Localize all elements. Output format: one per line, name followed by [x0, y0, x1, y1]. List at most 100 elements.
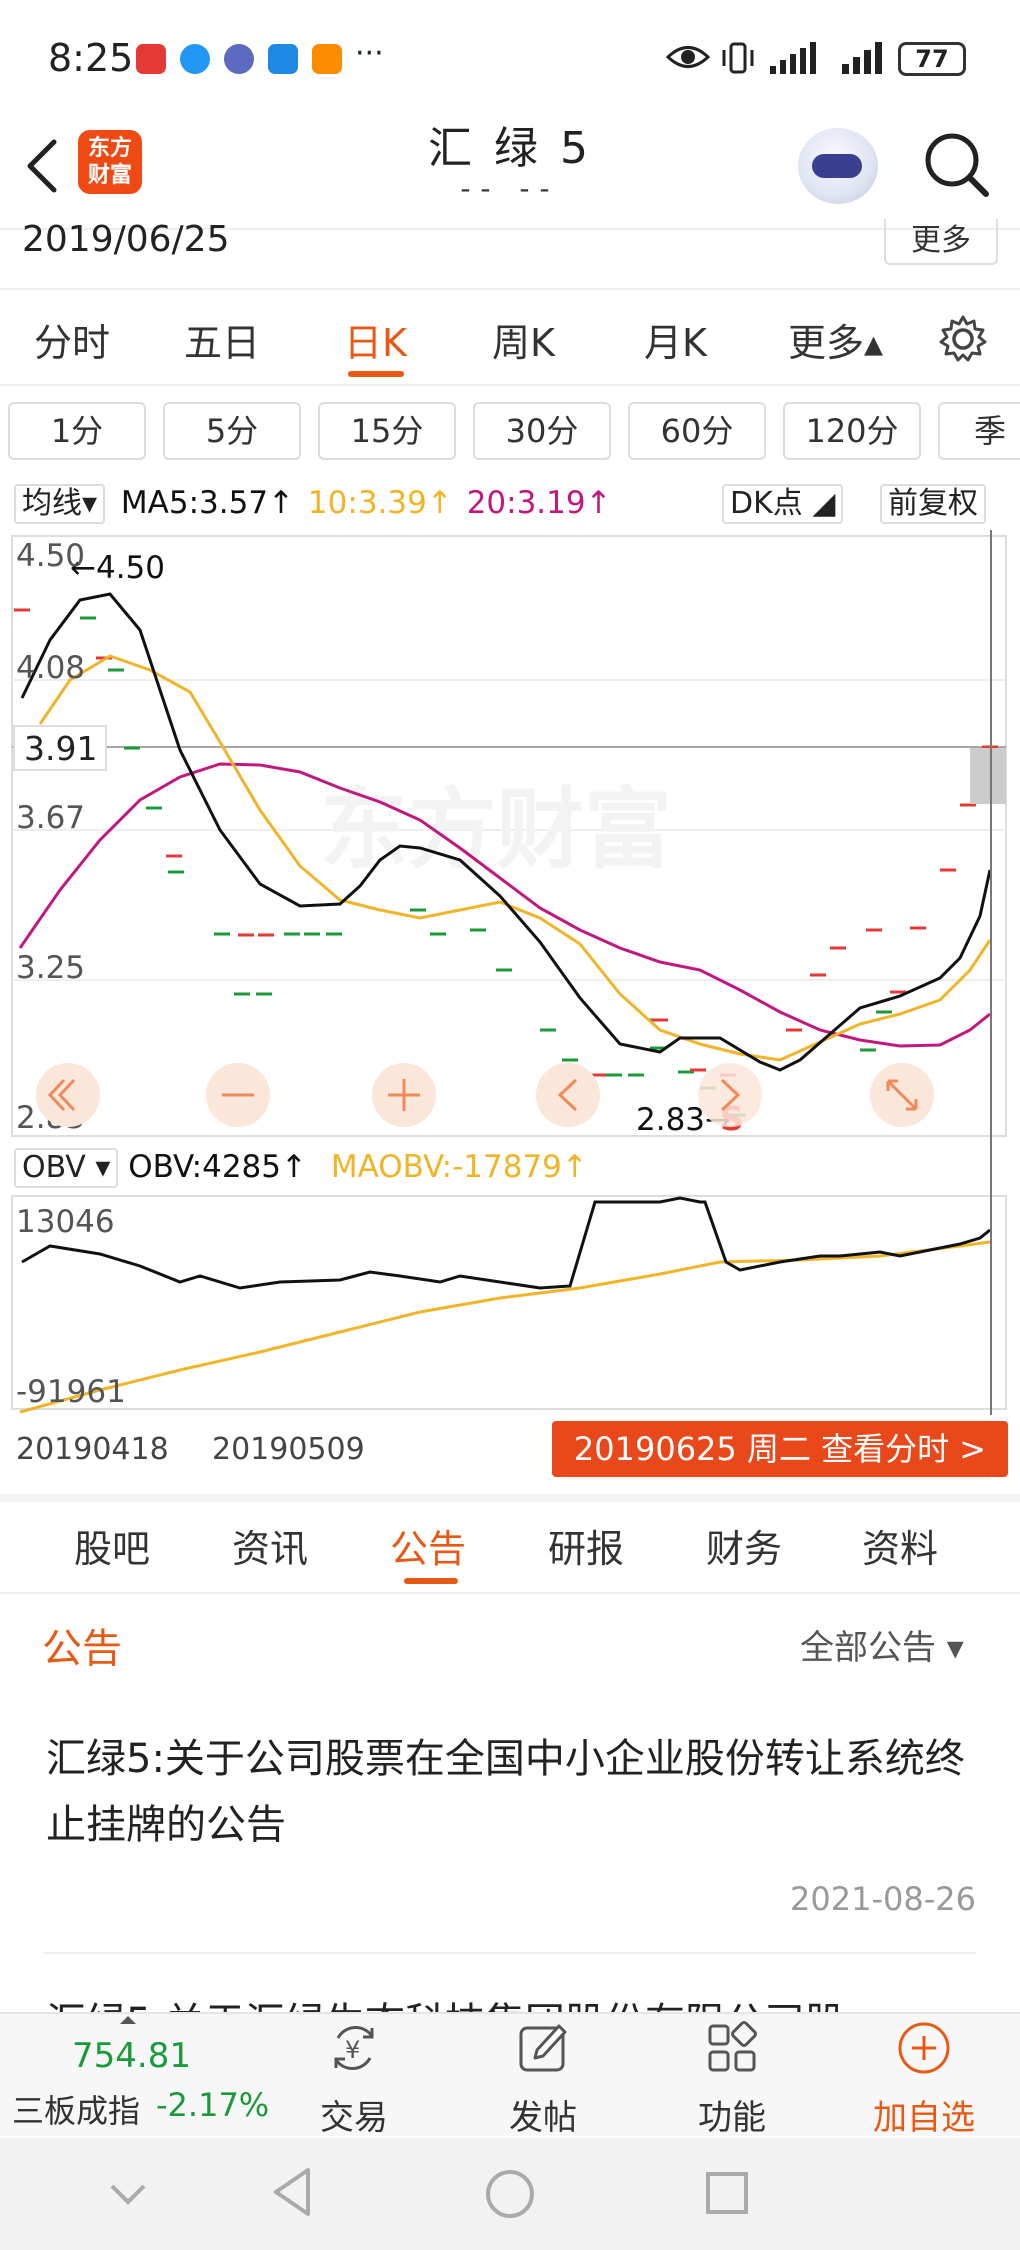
tab-finance[interactable]: 财务	[706, 1518, 782, 1573]
y-tick-4.50: 4.50	[16, 538, 85, 574]
y-tick-3.67: 3.67	[16, 800, 85, 836]
assistant-robot-icon[interactable]	[798, 128, 878, 204]
add-watchlist-label: 加自选	[873, 2098, 975, 2138]
plus-circle-icon	[898, 2022, 950, 2074]
signal-2-icon	[842, 42, 882, 74]
ma10-value: 10:3.39	[307, 485, 427, 521]
ma-legend: 均线▾ MA5:3.57↑ 10:3.39↑ 20:3.19↑	[14, 484, 612, 526]
dk-point-selector[interactable]: DK点 ◢	[722, 484, 844, 524]
trade-button[interactable]: ¥ 交易	[284, 2020, 424, 2139]
cursor-price-label: 3.91	[24, 729, 97, 768]
tab-more-periods[interactable]: 更多▴	[788, 312, 883, 367]
chip-5min[interactable]: 5分	[163, 402, 301, 460]
svg-text:¥: ¥	[345, 2036, 360, 2064]
tab-weekly-k[interactable]: 周K	[492, 312, 555, 367]
tab-monthly-k[interactable]: 月K	[644, 312, 707, 367]
yuan-exchange-icon: ¥	[334, 2025, 374, 2071]
announcements-heading: 公告	[42, 1626, 122, 1672]
tab-announcements[interactable]: 公告	[390, 1518, 466, 1573]
home-circle-icon[interactable]	[484, 2168, 536, 2220]
announcement-title[interactable]: 汇绿5:关于公司股票在全国中小企业股份转让系统终止挂牌的公告	[46, 1726, 976, 1858]
signal-1-icon	[770, 42, 816, 74]
scroll-right-button[interactable]	[698, 1063, 762, 1127]
tab-five-day[interactable]: 五日	[184, 312, 260, 367]
ma20-arrow: ↑	[585, 485, 612, 521]
obv-tick-max: 13046	[16, 1204, 115, 1240]
tab-forum[interactable]: 股吧	[74, 1518, 150, 1573]
battery-indicator: 77	[898, 42, 966, 76]
status-time: 8:25	[48, 36, 134, 80]
announcement-filter[interactable]: 全部公告 ▾	[800, 1620, 964, 1669]
vibrate-icon	[722, 42, 754, 74]
divider	[44, 1952, 976, 1954]
quote-date: 2019/06/25	[22, 219, 230, 260]
collapse-chevron-icon[interactable]	[106, 2174, 150, 2214]
dk-point-label: DK点	[730, 486, 803, 521]
recent-apps-icon[interactable]	[704, 2170, 750, 2216]
grid-icon	[708, 2021, 757, 2072]
ma5-arrow: ↑	[268, 485, 295, 521]
adjust-selector[interactable]: 前复权	[880, 484, 986, 524]
ma-selector[interactable]: 均线▾	[14, 484, 106, 524]
more-notifications-icon: ···	[355, 36, 384, 71]
obv-selector-label: OBV	[22, 1150, 86, 1185]
zoom-out-button[interactable]	[206, 1063, 270, 1127]
chip-15min[interactable]: 15分	[318, 402, 456, 460]
obv-tick-min: -91961	[16, 1374, 126, 1410]
timeline-mid: 20190509	[212, 1432, 365, 1467]
weather-notification-icon	[268, 44, 298, 74]
gear-icon[interactable]	[938, 314, 988, 364]
obv-selector[interactable]: OBV ▾	[14, 1148, 119, 1188]
music-notification-icon	[224, 44, 254, 74]
divider	[0, 1592, 1020, 1594]
announcement-date: 2021-08-26	[790, 1880, 976, 1918]
chip-120min[interactable]: 120分	[783, 402, 921, 460]
more-info-button[interactable]: 更多	[884, 219, 998, 265]
obv-chart[interactable]: 13046 -91961	[0, 1190, 1020, 1415]
index-name[interactable]: 三板成指	[12, 2086, 140, 2132]
obv-arrow: ↑	[281, 1149, 307, 1185]
add-watchlist-button[interactable]: 加自选	[854, 2020, 994, 2139]
chip-30min[interactable]: 30分	[473, 402, 611, 460]
timeline-start: 20190418	[16, 1432, 169, 1467]
tab-profile[interactable]: 资料	[862, 1518, 938, 1573]
divider	[0, 1494, 1020, 1502]
ma10-arrow: ↑	[426, 485, 453, 521]
obv-value: OBV:4285	[128, 1149, 281, 1185]
ma-selector-label: 均线	[22, 486, 82, 521]
divider	[0, 288, 1020, 290]
tab-daily-k[interactable]: 日K	[344, 312, 407, 367]
k-line-chart[interactable]: 东方财富 ←4.50 2.83→ S 4.50 4.08 3.91 3.67 3…	[0, 530, 1020, 1140]
edit-icon	[519, 2024, 567, 2072]
scroll-left-button[interactable]	[536, 1063, 600, 1127]
zoom-in-button[interactable]	[372, 1063, 436, 1127]
search-icon[interactable]	[922, 130, 992, 200]
chip-60min[interactable]: 60分	[628, 402, 766, 460]
y-tick-3.25: 3.25	[16, 950, 85, 986]
status-bar: 8:25 ··· 77	[0, 0, 1020, 115]
trade-label: 交易	[320, 2098, 388, 2138]
maobv-arrow: ↑	[561, 1149, 588, 1185]
ma20-value: 20:3.19	[466, 485, 586, 521]
scroll-left-fast-button[interactable]	[36, 1063, 100, 1127]
tab-research[interactable]: 研报	[548, 1518, 624, 1573]
index-change[interactable]: -2.17%	[156, 2086, 269, 2124]
tab-news[interactable]: 资讯	[232, 1518, 308, 1573]
y-tick-4.08: 4.08	[16, 650, 85, 686]
obv-legend: OBV ▾ OBV:4285↑ MAOBV:-17879↑	[14, 1148, 588, 1188]
index-value[interactable]: 754.81	[72, 2036, 191, 2076]
view-intraday-button[interactable]: 20190625 周二 查看分时 >	[552, 1421, 1008, 1477]
chip-quarter[interactable]: 季K	[938, 402, 1020, 460]
post-button[interactable]: 发帖	[473, 2020, 613, 2139]
features-button[interactable]: 功能	[662, 2020, 802, 2139]
chart-watermark: 东方财富	[320, 778, 672, 881]
video-notification-icon	[312, 44, 342, 74]
eye-icon	[666, 46, 710, 68]
chart-crosshair	[990, 530, 992, 1415]
tab-intraday[interactable]: 分时	[34, 312, 110, 367]
expand-caret-icon[interactable]	[120, 2016, 136, 2024]
back-triangle-icon[interactable]	[270, 2166, 314, 2218]
fullscreen-button[interactable]	[870, 1063, 934, 1127]
chip-1min[interactable]: 1分	[8, 402, 146, 460]
divider	[0, 384, 1020, 386]
